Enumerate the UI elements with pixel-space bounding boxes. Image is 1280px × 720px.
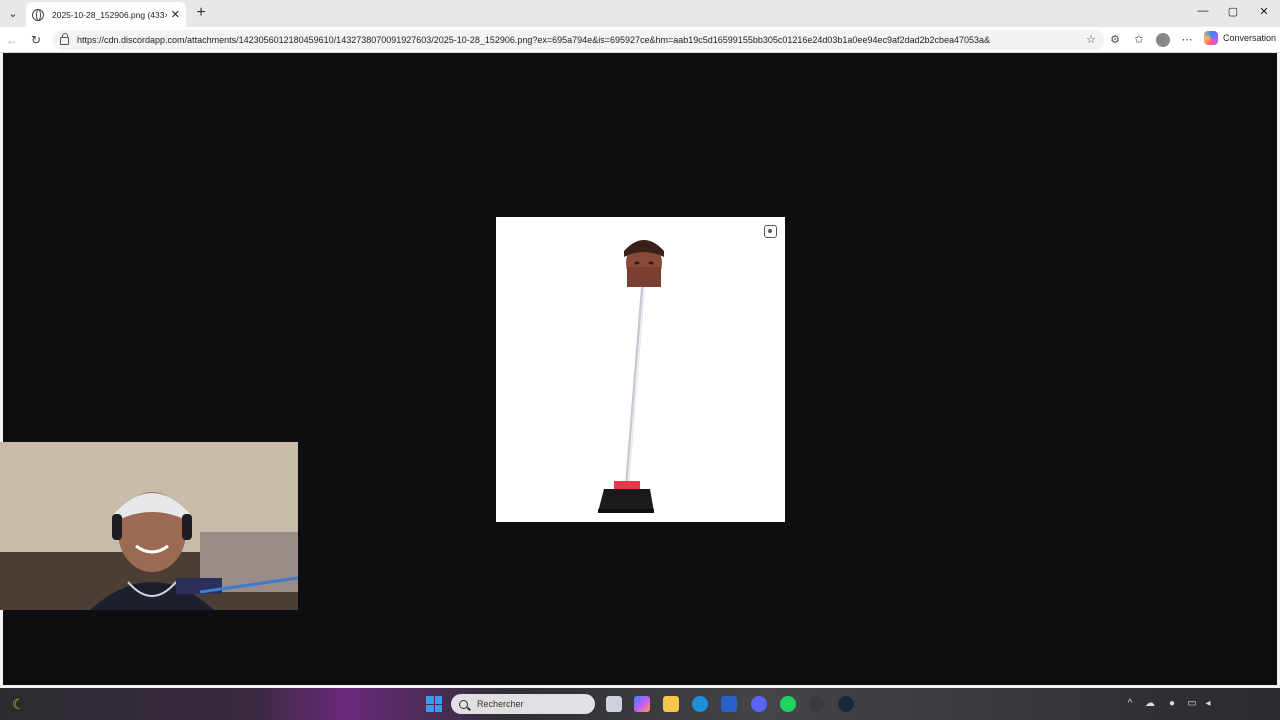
weather-moon-icon[interactable]: ☾ — [12, 696, 28, 712]
copilot-icon — [1204, 31, 1218, 45]
microsoft-store-icon[interactable] — [721, 696, 737, 712]
tab-actions-menu-icon[interactable]: ⌄ — [4, 4, 22, 22]
edge-browser-icon[interactable] — [692, 696, 708, 712]
tab-image[interactable]: 2025-10-28_152906.png (433×457) ✕ — [26, 2, 186, 27]
volume-icon[interactable]: ◂ — [1202, 698, 1214, 710]
url-text[interactable]: https://cdn.discordapp.com/attachments/1… — [77, 35, 990, 45]
spotify-icon[interactable] — [780, 696, 796, 712]
start-pane — [434, 704, 442, 712]
copilot-button[interactable]: Conversation — [1204, 31, 1276, 45]
favorites-icon[interactable]: ✩ — [1132, 33, 1146, 47]
globe-icon — [32, 8, 44, 21]
visual-search-icon[interactable] — [764, 225, 777, 238]
network-icon[interactable]: ▭ — [1186, 698, 1198, 710]
start-pane — [426, 696, 434, 704]
task-view-icon[interactable] — [606, 696, 622, 712]
more-options-icon[interactable]: ⋯ — [1180, 33, 1194, 47]
webcam-overlay — [0, 442, 298, 610]
start-pane — [426, 704, 434, 712]
start-pane — [434, 696, 442, 704]
profile-avatar[interactable] — [1156, 33, 1170, 47]
streamer-webcam-picture — [0, 442, 298, 610]
lock-icon[interactable] — [60, 33, 69, 45]
new-tab-button[interactable]: + — [192, 4, 210, 22]
address-bar[interactable]: https://cdn.discordapp.com/attachments/1… — [52, 30, 1104, 50]
steam-icon[interactable] — [838, 696, 854, 712]
refresh-icon[interactable]: ↻ — [28, 32, 44, 48]
maximize-button[interactable]: ▢ — [1218, 5, 1248, 18]
tab-title: 2025-10-28_152906.png (433×457) — [52, 9, 167, 20]
copilot-app-icon[interactable] — [634, 696, 650, 712]
taskbar: ☾ Rechercher ^ ☁ ● ▭ ◂ — [0, 688, 1280, 720]
show-hidden-icons-chevron-icon[interactable]: ^ — [1124, 698, 1136, 710]
onedrive-icon[interactable]: ☁ — [1144, 698, 1156, 710]
taskbar-search-box[interactable]: Rechercher — [451, 694, 595, 714]
start-windows-icon[interactable] — [426, 696, 442, 712]
tab-strip: ⌄ 2025-10-28_152906.png (433×457) ✕ + — … — [0, 0, 1280, 27]
favorite-star-icon[interactable]: ☆ — [1084, 33, 1098, 47]
copilot-label: Conversation — [1223, 33, 1277, 43]
microphone-icon[interactable]: ● — [1166, 698, 1178, 710]
search-placeholder: Rechercher — [477, 699, 524, 709]
navigation-bar: ← ↻ https://cdn.discordapp.com/attachmen… — [0, 27, 1280, 53]
close-window-button[interactable]: ✕ — [1249, 5, 1279, 18]
tab-close-icon[interactable]: ✕ — [171, 8, 180, 21]
discord-icon[interactable] — [751, 696, 767, 712]
minimize-button[interactable]: — — [1188, 5, 1218, 17]
search-icon — [459, 699, 468, 709]
broom-with-head-picture — [598, 240, 664, 513]
file-explorer-icon[interactable] — [663, 696, 679, 712]
displayed-image[interactable] — [496, 217, 785, 522]
obs-icon[interactable] — [809, 696, 825, 712]
extensions-icon[interactable]: ⚙ — [1108, 33, 1122, 47]
back-arrow-icon[interactable]: ← — [4, 32, 20, 48]
